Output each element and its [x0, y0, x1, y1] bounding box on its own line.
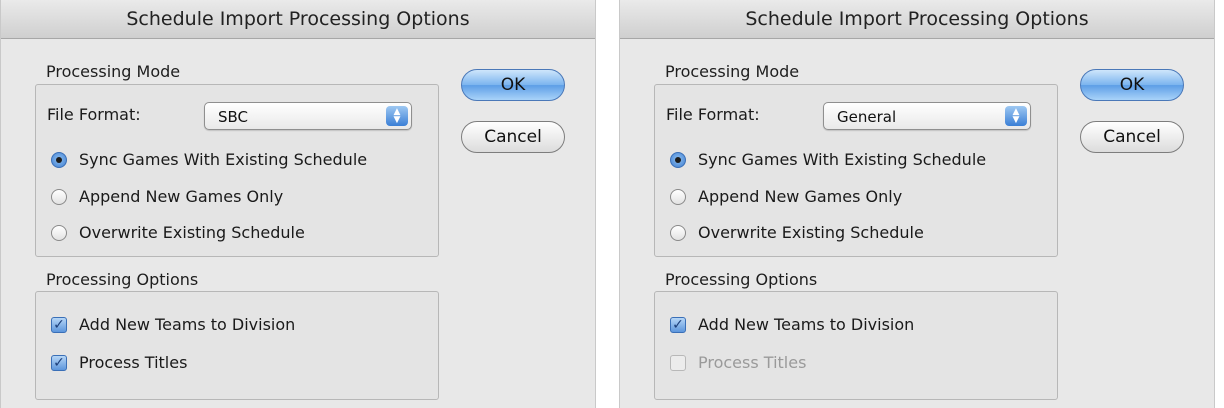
- checkmark-icon: ✓: [670, 317, 686, 333]
- radio-button-icon: [51, 189, 67, 205]
- import-options-dialog-general: Schedule Import Processing Options Proce…: [619, 0, 1215, 408]
- processing-options-group: [654, 291, 1058, 400]
- checkbox-label: Add New Teams to Division: [79, 315, 296, 334]
- radio-label: Sync Games With Existing Schedule: [79, 150, 368, 169]
- cancel-button[interactable]: Cancel: [1080, 121, 1184, 153]
- processing-options-group: [35, 291, 439, 400]
- import-options-dialog-sbc: Schedule Import Processing Options Proce…: [0, 0, 596, 408]
- processing-mode-heading: Processing Mode: [46, 62, 181, 81]
- file-format-select[interactable]: General ▲ ▼: [823, 102, 1031, 130]
- radio-label: Append New Games Only: [79, 187, 284, 206]
- cancel-button[interactable]: Cancel: [461, 121, 565, 153]
- file-format-label: File Format:: [666, 105, 760, 124]
- radio-button-selected-icon: [670, 152, 686, 168]
- file-format-label: File Format:: [47, 105, 141, 124]
- dialog-title: Schedule Import Processing Options: [1, 0, 595, 39]
- ok-button[interactable]: OK: [1080, 69, 1184, 101]
- ok-button[interactable]: OK: [461, 69, 565, 101]
- radio-button-selected-icon: [51, 152, 67, 168]
- radio-label: Sync Games With Existing Schedule: [698, 150, 987, 169]
- file-format-value: SBC: [218, 108, 249, 126]
- checkbox-empty-icon: [670, 355, 686, 371]
- checkbox-label: Process Titles: [698, 353, 807, 372]
- radio-label: Overwrite Existing Schedule: [698, 223, 924, 242]
- processing-options-heading: Processing Options: [665, 270, 818, 289]
- popup-arrows-icon: ▲ ▼: [1005, 106, 1027, 126]
- dialog-title: Schedule Import Processing Options: [620, 0, 1214, 39]
- checkmark-icon: ✓: [51, 355, 67, 371]
- file-format-select[interactable]: SBC ▲ ▼: [204, 102, 412, 130]
- popup-arrows-icon: ▲ ▼: [386, 106, 408, 126]
- checkmark-icon: ✓: [51, 317, 67, 333]
- radio-button-icon: [670, 189, 686, 205]
- checkbox-label: Process Titles: [79, 353, 188, 372]
- radio-label: Append New Games Only: [698, 187, 903, 206]
- radio-label: Overwrite Existing Schedule: [79, 223, 305, 242]
- radio-button-icon: [670, 225, 686, 241]
- file-format-value: General: [837, 108, 897, 126]
- processing-options-heading: Processing Options: [46, 270, 199, 289]
- checkbox-label: Add New Teams to Division: [698, 315, 915, 334]
- radio-button-icon: [51, 225, 67, 241]
- processing-mode-heading: Processing Mode: [665, 62, 800, 81]
